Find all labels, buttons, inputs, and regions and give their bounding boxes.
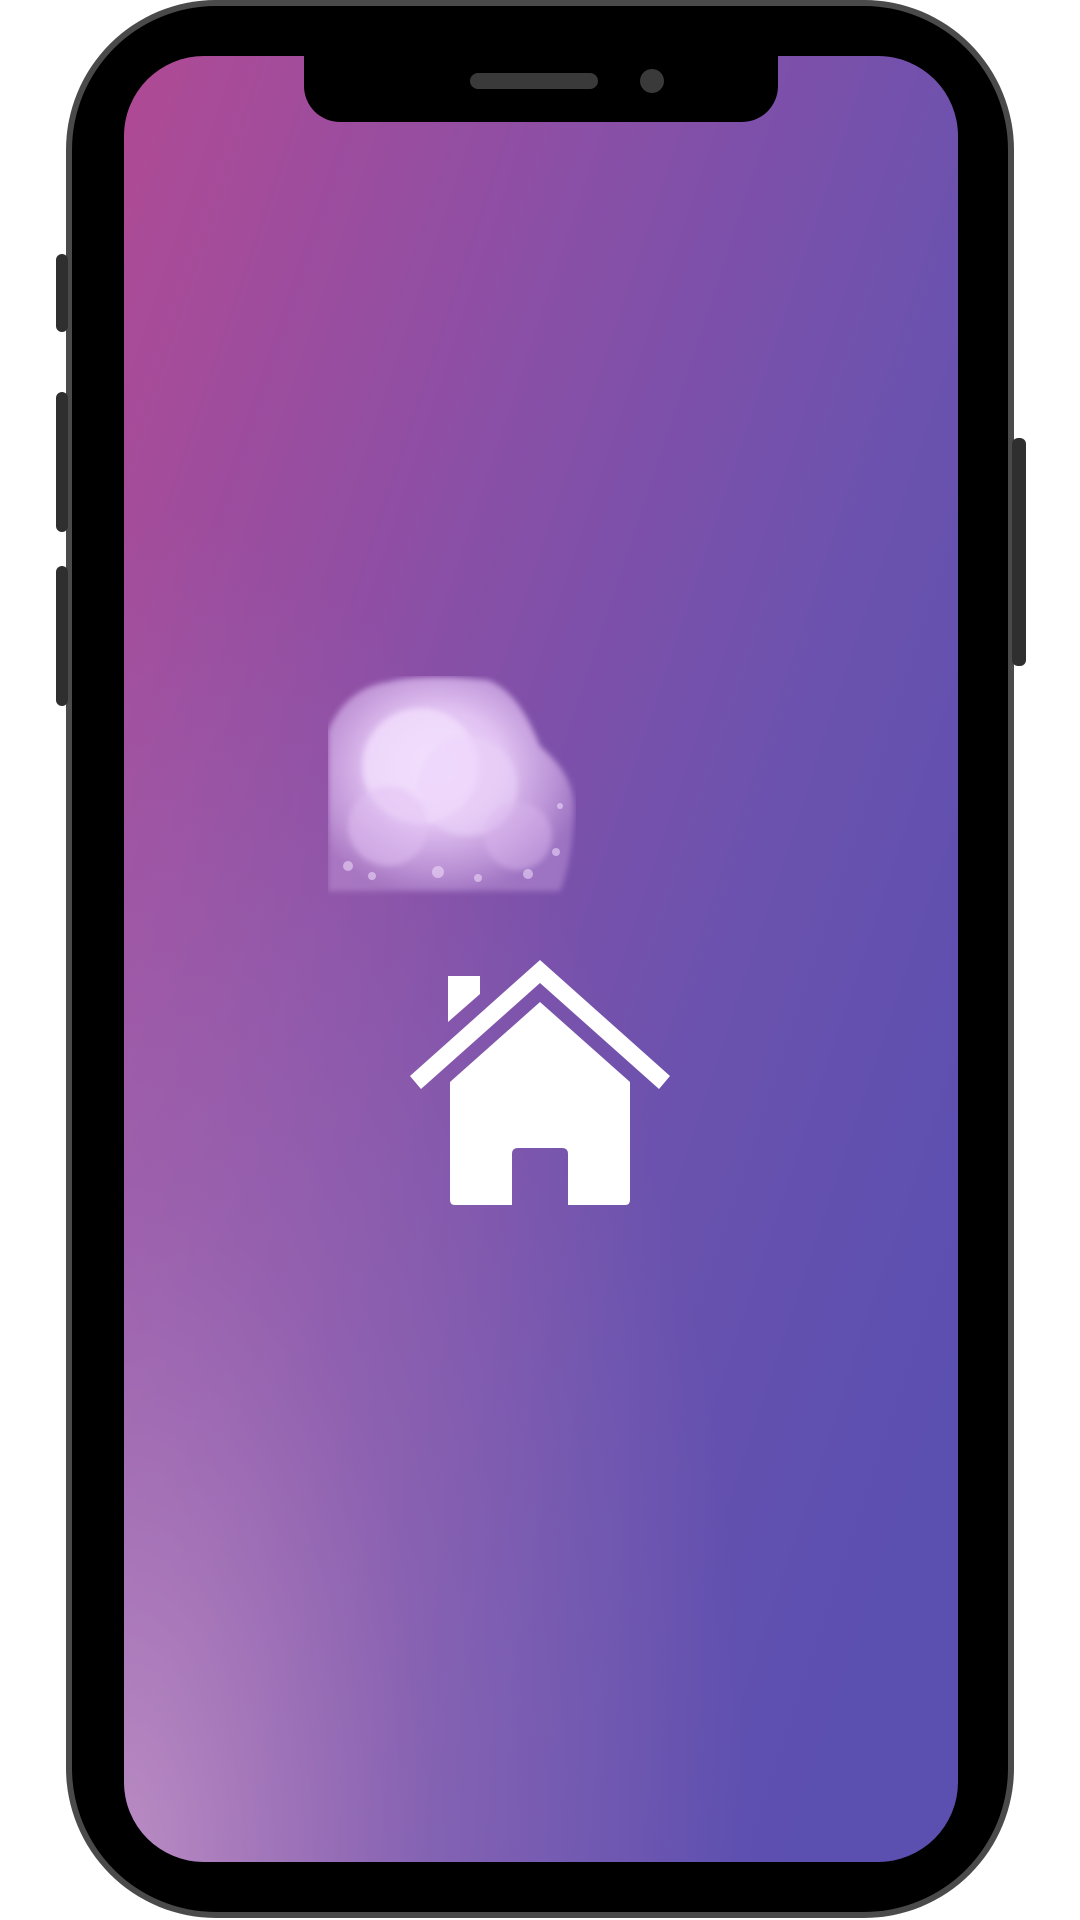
volume-down-button bbox=[56, 566, 68, 706]
notch bbox=[304, 56, 778, 122]
screen bbox=[124, 56, 958, 1862]
volume-up-button bbox=[56, 392, 68, 532]
front-camera bbox=[640, 69, 664, 93]
power-button bbox=[1012, 438, 1026, 666]
screen-background bbox=[124, 56, 958, 1862]
earpiece-speaker bbox=[470, 73, 598, 89]
home-icon[interactable] bbox=[410, 960, 670, 1206]
cloud-icon bbox=[328, 677, 575, 891]
silent-switch bbox=[56, 254, 68, 332]
